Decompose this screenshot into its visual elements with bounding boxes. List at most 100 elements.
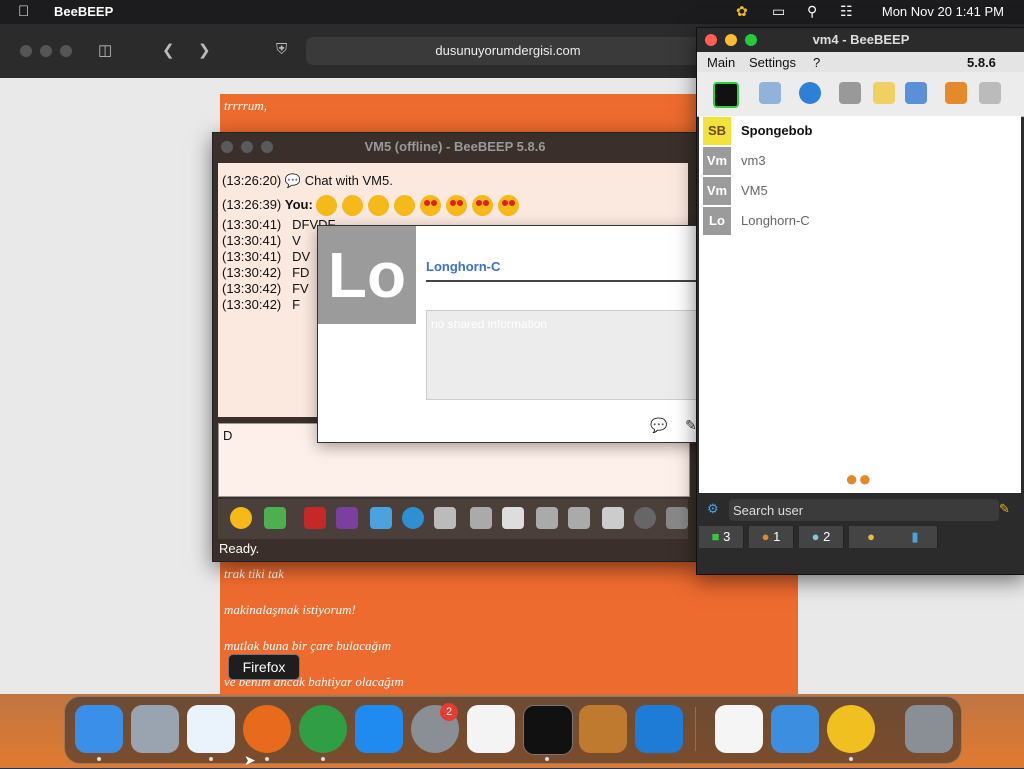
tab-users[interactable]: ■ 3 (699, 526, 744, 548)
note-icon[interactable] (873, 82, 895, 104)
search-user-input[interactable] (729, 499, 999, 521)
heart-eyes-emoji-icon (420, 195, 442, 216)
detach-icon[interactable] (666, 507, 688, 529)
dock-textedit[interactable] (467, 705, 515, 753)
dock-trash[interactable] (905, 705, 953, 753)
search-bar: ⚙ ✎ (699, 496, 1021, 524)
emoticon-icon[interactable] (230, 507, 252, 529)
menu-settings[interactable]: Settings (749, 55, 796, 70)
dock (64, 696, 962, 764)
menu-bar-clock[interactable]: Mon Nov 20 1:41 PM (882, 4, 1004, 19)
dock-terminal[interactable] (523, 705, 573, 755)
trash-icon[interactable] (979, 82, 1001, 104)
avatar: Lo (703, 207, 731, 235)
user-row-vm3[interactable]: Vm vm3 (703, 147, 1019, 175)
user-name: Longhorn-C (426, 259, 501, 274)
message-text: FV (292, 281, 309, 296)
html-icon[interactable] (602, 507, 624, 529)
send-file-icon[interactable] (264, 507, 286, 529)
dock-app-store[interactable] (355, 705, 403, 753)
menu-main[interactable]: Main (707, 55, 735, 70)
download-icon[interactable] (945, 82, 967, 104)
dock-visual-studio[interactable] (715, 705, 763, 753)
apple-icon[interactable]:  (18, 3, 29, 20)
settings-icon[interactable]: ⚙ (707, 501, 719, 517)
network-icon[interactable] (905, 82, 927, 104)
notification-badge: 2 (440, 703, 458, 721)
clear-icon[interactable] (502, 507, 524, 529)
group-chat-icon[interactable]: ●● (845, 466, 872, 492)
forward-icon[interactable]: ❯ (198, 41, 211, 59)
window-title: vm4 - BeeBEEP (812, 32, 910, 47)
minimize-button[interactable] (40, 45, 52, 57)
dock-garageband[interactable] (579, 705, 627, 753)
spellcheck-icon[interactable] (434, 507, 456, 529)
message-time: (13:26:39) (222, 196, 282, 212)
user-name: vm3 (741, 153, 766, 168)
tab-files[interactable]: ▮ (893, 526, 938, 548)
print-icon[interactable] (568, 507, 590, 529)
zoom-button[interactable] (261, 141, 273, 153)
running-indicator (321, 757, 325, 761)
poem-line: trrrrum, (224, 98, 267, 113)
user-row-longhorn-c[interactable]: Lo Longhorn-C (703, 207, 1019, 235)
font-icon[interactable] (304, 507, 326, 529)
chat-icon[interactable]: 💬 (650, 416, 668, 434)
profile-icon[interactable] (759, 82, 781, 104)
beebeep-status-icon[interactable]: ✿ (736, 3, 748, 20)
screenshot-icon[interactable] (634, 507, 656, 529)
network-users-icon: ● (867, 529, 875, 544)
sidebar-icon[interactable]: ◫ (98, 41, 112, 59)
mailbox-icon[interactable] (839, 82, 861, 104)
dock-beebeep[interactable] (827, 705, 875, 753)
broadcast-icon[interactable] (799, 82, 821, 104)
dock-finder[interactable] (75, 705, 123, 753)
message-text: F (292, 297, 301, 312)
zoom-button[interactable] (60, 45, 72, 57)
copy-icon[interactable] (536, 507, 558, 529)
back-icon[interactable]: ❮ (162, 41, 175, 59)
user-row-spongebob[interactable]: SB Spongebob (703, 117, 1019, 145)
control-center-icon[interactable]: ☷ (840, 3, 853, 20)
running-indicator (209, 757, 213, 761)
filter-icon[interactable] (370, 507, 392, 529)
save-icon[interactable] (470, 507, 492, 529)
running-indicator (265, 757, 269, 761)
status-bar: Ready. (219, 541, 260, 556)
close-button[interactable] (20, 45, 32, 57)
dock-weather[interactable] (771, 705, 819, 753)
mouse-cursor-icon: ➤ (244, 752, 256, 768)
chat-message: (13:30:42) F (222, 297, 300, 312)
settings-icon[interactable] (402, 507, 424, 529)
poem-line: makinalaşmak istiyorum! (224, 602, 356, 617)
message-time: (13:30:41) (222, 233, 282, 248)
user-name: VM5 (741, 183, 768, 198)
privacy-shield-icon[interactable]: ⛨ (276, 41, 287, 58)
screen-mirror-icon[interactable]: ▭ (772, 3, 785, 20)
tab-network-users[interactable]: ● (849, 526, 894, 548)
message-sender: You: (284, 196, 313, 212)
app-menu-bar: Main Settings ? 5.8.6 (697, 52, 1024, 72)
address-bar[interactable]: dusunuyorumdergisi.com (306, 37, 710, 65)
running-indicator (545, 757, 549, 761)
clear-search-icon[interactable]: ✎ (999, 501, 1010, 517)
message-text: V (292, 233, 301, 248)
active-app-name[interactable]: BeeBEEP (54, 4, 113, 19)
status-icon[interactable] (713, 82, 739, 108)
menu-help[interactable]: ? (813, 55, 820, 70)
dock-chrome[interactable] (299, 705, 347, 753)
chat-message: (13:26:39) You: (222, 195, 524, 216)
dock-launchpad[interactable] (131, 705, 179, 753)
close-button[interactable] (221, 141, 233, 153)
heart-eyes-emoji-icon (446, 195, 468, 216)
color-icon[interactable] (336, 507, 358, 529)
dock-vscode[interactable] (635, 705, 683, 753)
message-time: (13:30:42) (222, 265, 282, 280)
user-row-vm5[interactable]: Vm VM5 (703, 177, 1019, 205)
dock-firefox[interactable] (243, 705, 291, 753)
tab-chats[interactable]: ● 2 (799, 526, 844, 548)
search-icon[interactable]: ⚲ (807, 3, 817, 20)
dock-safari[interactable] (187, 705, 235, 753)
tab-groups[interactable]: ● 1 (749, 526, 794, 548)
minimize-button[interactable] (241, 141, 253, 153)
